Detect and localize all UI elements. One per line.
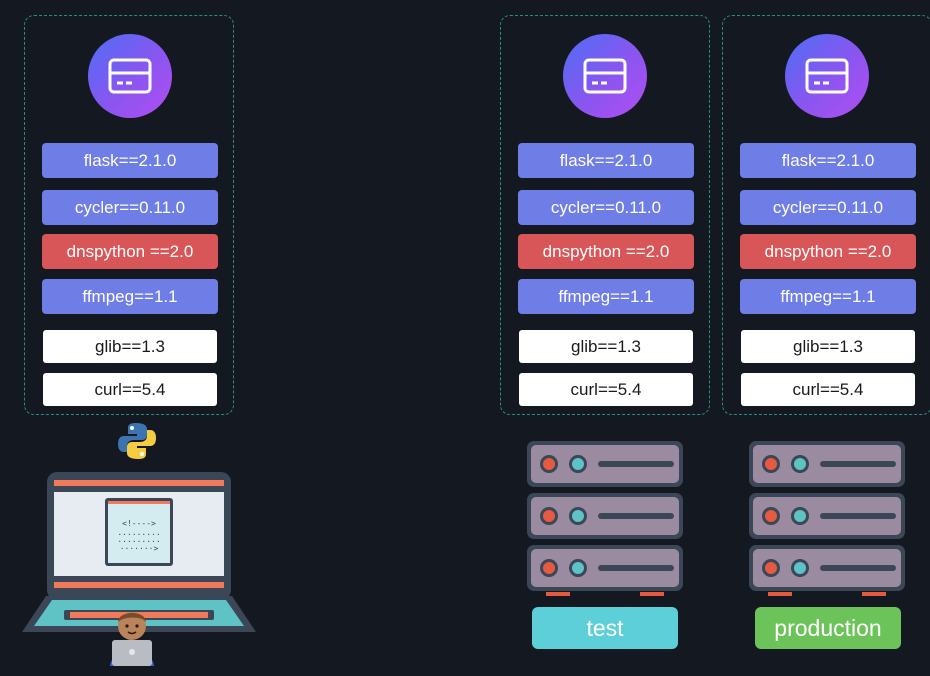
package-badge: flask==2.1.0 — [518, 143, 694, 178]
package-badge: flask==2.1.0 — [740, 143, 916, 178]
server-rack-icon — [526, 440, 686, 605]
package-badge: glib==1.3 — [43, 330, 217, 363]
package-badge: ffmpeg==1.1 — [740, 279, 916, 314]
environment-icon — [785, 34, 869, 118]
package-badge: flask==2.1.0 — [42, 143, 218, 178]
environment-icon — [563, 34, 647, 118]
environment-icon — [88, 34, 172, 118]
python-logo-icon — [118, 423, 156, 459]
package-badge: curl==5.4 — [741, 373, 915, 406]
package-badge: curl==5.4 — [43, 373, 217, 406]
package-badge: dnspython ==2.0 — [42, 234, 218, 269]
package-badge: glib==1.3 — [519, 330, 693, 363]
package-badge: ffmpeg==1.1 — [42, 279, 218, 314]
package-badge: cycler==0.11.0 — [42, 190, 218, 225]
package-badge: cycler==0.11.0 — [518, 190, 694, 225]
svg-text:·······>: ·······> — [120, 544, 159, 553]
test-environment-label: test — [532, 607, 678, 649]
package-badge: ffmpeg==1.1 — [518, 279, 694, 314]
svg-text:<!---->: <!----> — [122, 519, 156, 528]
package-badge: glib==1.3 — [741, 330, 915, 363]
package-badge: dnspython ==2.0 — [518, 234, 694, 269]
package-badge: cycler==0.11.0 — [740, 190, 916, 225]
production-environment-label: production — [755, 607, 901, 649]
server-rack-icon — [748, 440, 908, 605]
package-badge: dnspython ==2.0 — [740, 234, 916, 269]
package-badge: curl==5.4 — [519, 373, 693, 406]
developer-avatar-icon — [110, 612, 154, 666]
